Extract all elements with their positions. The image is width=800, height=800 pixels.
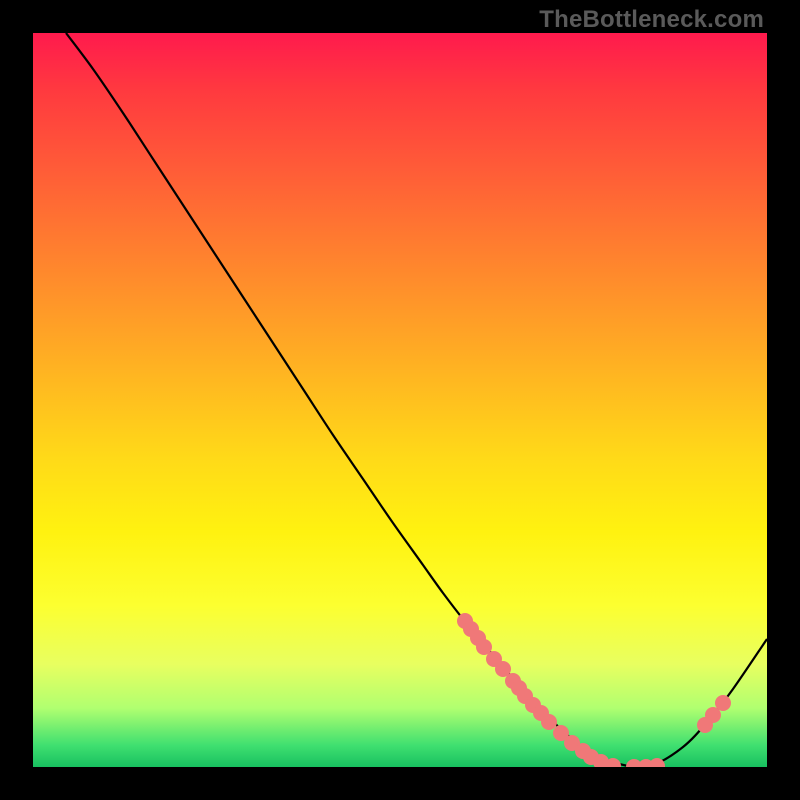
watermark-label: TheBottleneck.com <box>539 6 764 34</box>
plot-area <box>33 33 767 767</box>
highlight-dots-group <box>457 613 731 767</box>
highlight-dot <box>541 714 557 730</box>
highlight-dot <box>649 758 665 767</box>
highlight-dot <box>715 695 731 711</box>
chart-svg <box>33 33 767 767</box>
bottleneck-curve <box>66 33 767 767</box>
chart-frame: TheBottleneck.com <box>0 0 800 800</box>
